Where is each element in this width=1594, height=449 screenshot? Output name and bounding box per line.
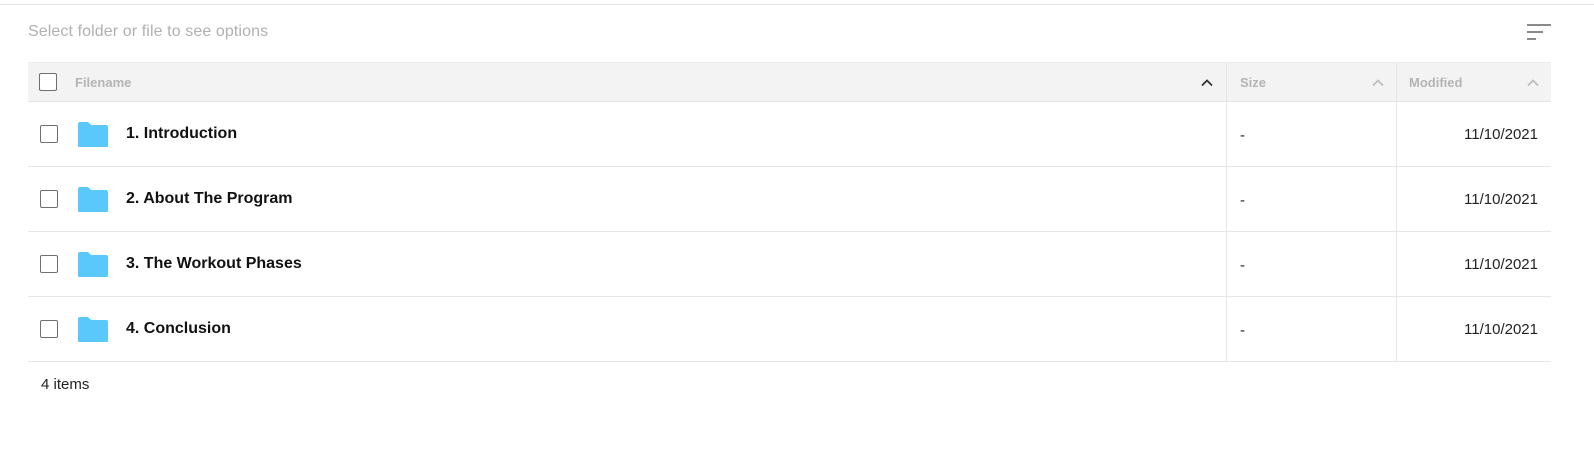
column-modified-label: Modified <box>1409 75 1463 90</box>
column-size-label: Size <box>1240 75 1267 90</box>
file-table: Filename Size Modified 1. Introduction -… <box>28 62 1551 362</box>
file-browser: Select folder or file to see options Fil… <box>0 0 1594 449</box>
file-name[interactable]: 1. Introduction <box>126 125 237 143</box>
table-row[interactable]: 3. The Workout Phases - 11/10/2021 <box>28 232 1551 297</box>
folder-icon <box>78 187 108 212</box>
column-size[interactable]: Size <box>1240 63 1390 101</box>
file-modified: 11/10/2021 <box>1464 256 1538 273</box>
folder-icon <box>78 252 108 277</box>
table-body: 1. Introduction - 11/10/2021 2. About Th… <box>28 102 1551 362</box>
row-checkbox[interactable] <box>40 125 58 143</box>
selection-hint: Select folder or file to see options <box>28 23 269 40</box>
sort-icon[interactable] <box>1527 22 1553 42</box>
column-filename[interactable]: Filename <box>75 63 1225 101</box>
file-name[interactable]: 3. The Workout Phases <box>126 255 302 273</box>
item-count: 4 items <box>41 376 90 393</box>
table-header: Filename Size Modified <box>28 62 1551 102</box>
chevron-up-icon <box>1201 79 1213 87</box>
table-row[interactable]: 4. Conclusion - 11/10/2021 <box>28 297 1551 362</box>
chevron-up-icon <box>1527 79 1539 87</box>
chevron-up-icon <box>1372 79 1384 87</box>
file-size: - <box>1240 127 1245 144</box>
row-checkbox[interactable] <box>40 190 58 208</box>
row-checkbox[interactable] <box>40 320 58 338</box>
file-name[interactable]: 2. About The Program <box>126 190 293 208</box>
column-separator <box>1226 63 1227 101</box>
toolbar: Select folder or file to see options <box>28 20 1552 48</box>
file-size: - <box>1240 257 1245 274</box>
folder-icon <box>78 122 108 147</box>
table-row[interactable]: 2. About The Program - 11/10/2021 <box>28 167 1551 232</box>
row-checkbox[interactable] <box>40 255 58 273</box>
column-filename-label: Filename <box>75 75 132 90</box>
file-name[interactable]: 4. Conclusion <box>126 320 231 338</box>
select-all-checkbox[interactable] <box>39 73 57 91</box>
column-separator <box>1396 63 1397 101</box>
file-modified: 11/10/2021 <box>1464 191 1538 208</box>
file-modified: 11/10/2021 <box>1464 126 1538 143</box>
file-size: - <box>1240 192 1245 209</box>
table-row[interactable]: 1. Introduction - 11/10/2021 <box>28 102 1551 167</box>
folder-icon <box>78 317 108 342</box>
column-modified[interactable]: Modified <box>1409 63 1544 101</box>
top-divider <box>0 4 1594 5</box>
file-modified: 11/10/2021 <box>1464 321 1538 338</box>
file-size: - <box>1240 322 1245 339</box>
